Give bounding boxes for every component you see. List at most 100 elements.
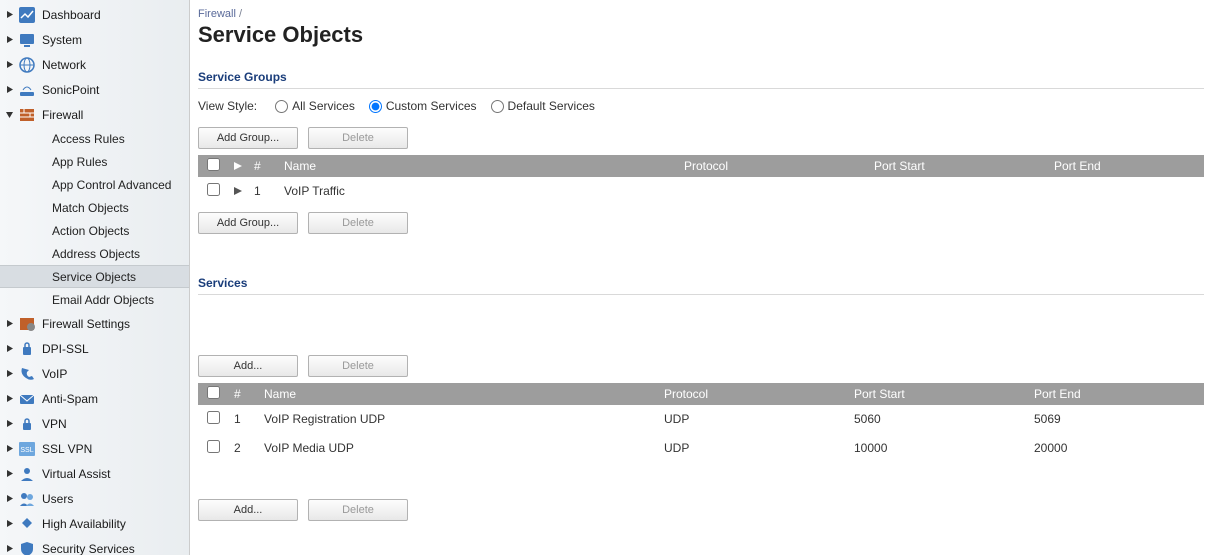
- sidebar-item-label: Dashboard: [42, 8, 101, 22]
- radio-custom-services-input[interactable]: [369, 100, 382, 113]
- row-checkbox[interactable]: [207, 440, 220, 453]
- groups-select-all[interactable]: [207, 158, 220, 171]
- radio-custom-services[interactable]: Custom Services: [369, 99, 477, 113]
- delete-service-button-bottom[interactable]: Delete: [308, 499, 408, 521]
- sidebar-subitem-app-control-advanced[interactable]: App Control Advanced: [0, 173, 189, 196]
- groups-col-expand[interactable]: [228, 155, 248, 177]
- sidebar-item-sonicpoint[interactable]: SonicPoint: [0, 77, 189, 102]
- sidebar-item-virtual-assist[interactable]: Virtual Assist: [0, 461, 189, 486]
- delete-group-button-top[interactable]: Delete: [308, 127, 408, 149]
- sidebar-item-ssl-vpn[interactable]: SSL SSL VPN: [0, 436, 189, 461]
- system-icon: [18, 31, 36, 49]
- sidebar-item-users[interactable]: Users: [0, 486, 189, 511]
- expand-arrow-icon[interactable]: [4, 469, 14, 479]
- sidebar-subitem-access-rules[interactable]: Access Rules: [0, 127, 189, 150]
- sidebar-item-firewall-settings[interactable]: Firewall Settings: [0, 311, 189, 336]
- sidebar-item-label: SSL VPN: [42, 442, 92, 456]
- row-port-end: 5069: [1028, 405, 1204, 434]
- service-row[interactable]: 1VoIP Registration UDPUDP50605069: [198, 405, 1204, 434]
- sidebar-item-label: Firewall Settings: [42, 317, 130, 331]
- sidebar-subitem-email-addr-objects[interactable]: Email Addr Objects: [0, 288, 189, 311]
- row-port-start: 5060: [848, 405, 1028, 434]
- sidebar-subitem-label: App Control Advanced: [52, 178, 171, 192]
- network-icon: [18, 56, 36, 74]
- radio-default-services[interactable]: Default Services: [491, 99, 595, 113]
- service-row[interactable]: 2VoIP Media UDPUDP1000020000: [198, 434, 1204, 463]
- radio-all-services-input[interactable]: [275, 100, 288, 113]
- service-groups-table: # Name Protocol Port Start Port End 1VoI…: [198, 155, 1204, 206]
- radio-default-services-input[interactable]: [491, 100, 504, 113]
- row-num: 1: [248, 177, 278, 206]
- sidebar-item-label: Virtual Assist: [42, 467, 110, 481]
- view-style-row: View Style: All Services Custom Services…: [198, 99, 1204, 113]
- dpissl-icon: [18, 340, 36, 358]
- expand-arrow-icon[interactable]: [4, 544, 14, 554]
- services-table: # Name Protocol Port Start Port End 1VoI…: [198, 383, 1204, 463]
- sidebar-subitem-label: Access Rules: [52, 132, 125, 146]
- sidebar-item-firewall[interactable]: Firewall: [0, 102, 189, 127]
- expand-arrow-icon[interactable]: [4, 60, 14, 70]
- row-name: VoIP Registration UDP: [258, 405, 658, 434]
- sidebar-subitem-label: Service Objects: [52, 270, 136, 284]
- radio-all-services-label: All Services: [292, 99, 355, 113]
- add-group-button-top[interactable]: Add Group...: [198, 127, 298, 149]
- row-checkbox[interactable]: [207, 411, 220, 424]
- groups-col-protocol: Protocol: [678, 155, 868, 177]
- services-col-protocol: Protocol: [658, 383, 848, 405]
- radio-all-services[interactable]: All Services: [275, 99, 355, 113]
- sidebar-item-voip[interactable]: VoIP: [0, 361, 189, 386]
- sidebar-subitem-match-objects[interactable]: Match Objects: [0, 196, 189, 219]
- delete-group-button-bottom[interactable]: Delete: [308, 212, 408, 234]
- groups-col-num: #: [248, 155, 278, 177]
- sidebar-subitem-app-rules[interactable]: App Rules: [0, 150, 189, 173]
- radio-default-services-label: Default Services: [508, 99, 595, 113]
- sidebar-item-network[interactable]: Network: [0, 52, 189, 77]
- expand-arrow-icon[interactable]: [4, 319, 14, 329]
- row-name: VoIP Traffic: [278, 177, 678, 206]
- sidebar-item-label: VPN: [42, 417, 67, 431]
- add-service-button-top[interactable]: Add...: [198, 355, 298, 377]
- sidebar-subitem-service-objects[interactable]: Service Objects: [0, 265, 189, 288]
- sidebar-item-security-services[interactable]: Security Services: [0, 536, 189, 555]
- sidebar-subitem-address-objects[interactable]: Address Objects: [0, 242, 189, 265]
- expand-arrow-icon[interactable]: [4, 85, 14, 95]
- expand-arrow-icon[interactable]: [4, 444, 14, 454]
- services-col-port-end: Port End: [1028, 383, 1204, 405]
- expand-arrow-icon[interactable]: [4, 10, 14, 20]
- groups-col-port-end: Port End: [1048, 155, 1204, 177]
- row-num: 2: [228, 434, 258, 463]
- row-checkbox[interactable]: [207, 183, 220, 196]
- groups-col-name: Name: [278, 155, 678, 177]
- expand-arrow-icon[interactable]: [4, 494, 14, 504]
- sidebar-subitem-label: Address Objects: [52, 247, 140, 261]
- sidebar-item-dpi-ssl[interactable]: DPI-SSL: [0, 336, 189, 361]
- expand-arrow-icon[interactable]: [4, 344, 14, 354]
- sidebar-subitem-action-objects[interactable]: Action Objects: [0, 219, 189, 242]
- sidebar-item-vpn[interactable]: VPN: [0, 411, 189, 436]
- sidebar-item-high-availability[interactable]: High Availability: [0, 511, 189, 536]
- row-expand-icon[interactable]: [234, 184, 242, 198]
- add-service-button-bottom[interactable]: Add...: [198, 499, 298, 521]
- sidebar: Dashboard SystemNetworkSonicPoint Firewall…: [0, 0, 190, 555]
- breadcrumb-root[interactable]: Firewall: [198, 8, 236, 20]
- expand-arrow-icon[interactable]: [4, 369, 14, 379]
- expand-arrow-icon[interactable]: [4, 35, 14, 45]
- expand-arrow-icon[interactable]: [4, 419, 14, 429]
- row-name: VoIP Media UDP: [258, 434, 658, 463]
- row-num: 1: [228, 405, 258, 434]
- sslvpn-icon: SSL: [18, 440, 36, 458]
- services-col-port-start: Port Start: [848, 383, 1028, 405]
- services-select-all[interactable]: [207, 386, 220, 399]
- users-icon: [18, 490, 36, 508]
- firewall-icon: [18, 106, 36, 124]
- sidebar-item-dashboard[interactable]: Dashboard: [0, 2, 189, 27]
- sidebar-item-label: Firewall: [42, 108, 83, 122]
- add-group-button-bottom[interactable]: Add Group...: [198, 212, 298, 234]
- sidebar-item-system[interactable]: System: [0, 27, 189, 52]
- delete-service-button-top[interactable]: Delete: [308, 355, 408, 377]
- expand-arrow-icon[interactable]: [4, 394, 14, 404]
- service-group-row[interactable]: 1VoIP Traffic: [198, 177, 1204, 206]
- expand-arrow-icon[interactable]: [4, 110, 14, 120]
- expand-arrow-icon[interactable]: [4, 519, 14, 529]
- sidebar-item-anti-spam[interactable]: Anti-Spam: [0, 386, 189, 411]
